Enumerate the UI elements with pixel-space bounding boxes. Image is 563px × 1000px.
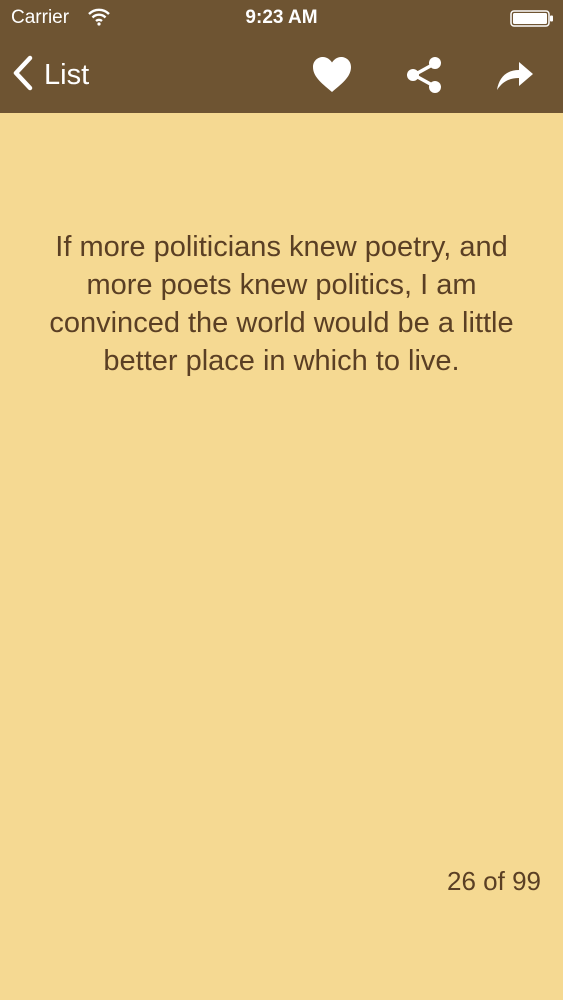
favorite-button[interactable]: [310, 53, 354, 97]
quote-text: If more politicians knew poetry, and mor…: [49, 231, 514, 377]
status-time: 9:23 AM: [245, 7, 318, 28]
back-button[interactable]: List: [12, 55, 89, 95]
forward-arrow-icon: [492, 62, 536, 101]
chevron-left-icon: [12, 55, 34, 96]
forward-button[interactable]: [492, 53, 536, 97]
navigation-bar: List: [0, 38, 563, 113]
share-icon: [402, 57, 446, 101]
page-counter: 26 of 99: [447, 866, 541, 896]
heart-icon: [310, 57, 354, 101]
status-bar: Carrier 9:23 AM: [0, 0, 563, 38]
share-button[interactable]: [402, 53, 446, 97]
battery-icon: [510, 10, 554, 27]
top-bar: Carrier 9:23 AM List: [0, 0, 563, 113]
back-button-label: List: [44, 58, 90, 91]
